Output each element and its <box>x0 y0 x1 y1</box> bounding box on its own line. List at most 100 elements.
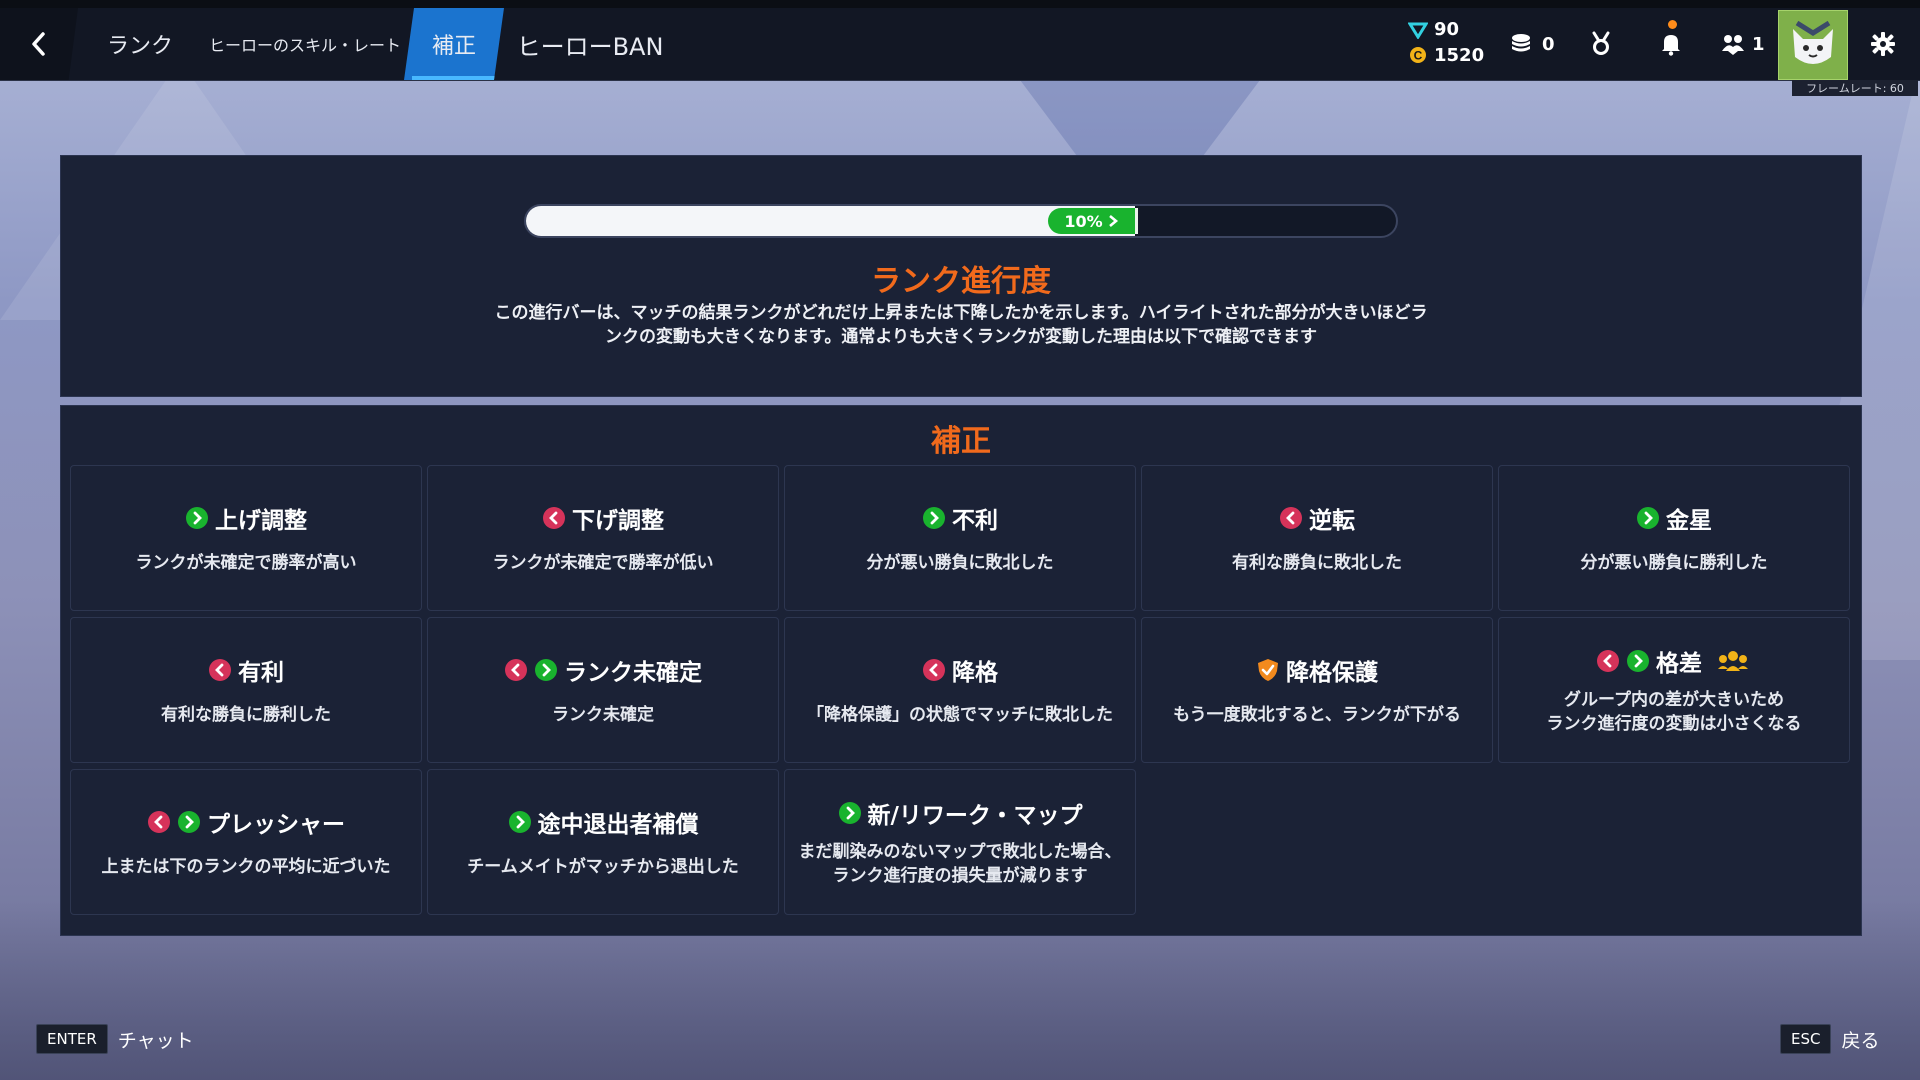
modifier-card: プレッシャー 上または下のランクの平均に近づいた <box>70 769 422 915</box>
tab-hero-ban[interactable]: ヒーローBAN <box>510 8 670 80</box>
coins-row: C 1520 <box>1408 42 1498 68</box>
svg-text:C: C <box>1414 49 1423 63</box>
coin-icon: C <box>1410 47 1426 63</box>
down-icon <box>923 659 945 681</box>
gems-count: 90 <box>1434 18 1460 40</box>
modifier-desc: 「降格保護」の状態でマッチに敗北した <box>807 705 1113 725</box>
friends-icon <box>1722 35 1744 55</box>
modifier-card: 格差 グループ内の差が大きいため ランク進行度の変動は小さくなる <box>1498 617 1850 763</box>
back-hint[interactable]: ESC 戻る <box>1780 1024 1880 1054</box>
modifiers-panel: 補正 上げ調整 ランクが未確定で勝率が高い 下げ調整 ランクが未確定で勝率が低い… <box>60 405 1862 936</box>
top-strip <box>0 0 1920 8</box>
avatar[interactable] <box>1778 10 1848 80</box>
down-icon <box>209 659 231 681</box>
up-icon <box>838 802 861 824</box>
notifications-button[interactable] <box>1658 8 1684 80</box>
rank-progress-bar: 10% <box>524 204 1398 238</box>
modifier-desc: ランクが未確定で勝率が高い <box>135 553 357 573</box>
modifier-desc: 上または下のランクの平均に近づいた <box>101 857 391 877</box>
chat-hint[interactable]: ENTER チャット <box>36 1024 194 1054</box>
modifier-desc: 有利な勝負に敗北した <box>1232 553 1402 573</box>
modifier-name: 降格 <box>952 660 998 686</box>
modifier-card-head: 途中退出者補償 <box>508 805 699 839</box>
modifier-desc-line2: ランク進行度の変動は小さくなる <box>1546 714 1802 734</box>
modifier-desc: グループ内の差が大きいため ランク進行度の変動は小さくなる <box>1547 688 1802 736</box>
down-icon <box>148 811 170 833</box>
modifier-card: 降格 「降格保護」の状態でマッチに敗北した <box>784 617 1136 763</box>
settings-button[interactable] <box>1870 8 1896 80</box>
tab-hero-skill-rate[interactable]: ヒーローのスキル・レート <box>205 8 405 80</box>
modifier-card: 下げ調整 ランクが未確定で勝率が低い <box>427 465 779 611</box>
modifier-desc: 分が悪い勝負に勝利した <box>1580 553 1768 573</box>
up-icon <box>1627 650 1649 672</box>
progress-title: ランク進行度 <box>871 264 1051 299</box>
gear-icon <box>1871 32 1895 56</box>
modifier-desc: もう一度敗北すると、ランクが下がる <box>1173 705 1461 725</box>
down-icon <box>1597 650 1619 672</box>
modifier-card: 有利 有利な勝負に勝利した <box>70 617 422 763</box>
modifier-desc: チームメイトがマッチから退出した <box>467 857 739 877</box>
modifier-card: 上げ調整 ランクが未確定で勝率が高い <box>70 465 422 611</box>
modifier-name: プレッシャー <box>207 812 345 838</box>
notification-dot <box>1668 20 1677 29</box>
modifier-card-head: 上げ調整 <box>185 501 307 535</box>
down-icon <box>543 507 565 529</box>
modifier-card-head: 降格 <box>922 653 998 687</box>
modifier-card-head: プレッシャー <box>147 805 345 839</box>
tab-rank[interactable]: ランク <box>80 8 200 80</box>
modifiers-title: 補正 <box>931 424 991 459</box>
modifier-desc: 分が悪い勝負に敗北した <box>866 553 1054 573</box>
up-icon <box>178 811 200 833</box>
back-label: 戻る <box>1841 1029 1880 1052</box>
modifier-name: 有利 <box>238 660 284 686</box>
modifier-name: 降格保護 <box>1286 660 1378 686</box>
down-icon <box>505 659 527 681</box>
rank-progress-panel: 10% ランク進行度 この進行バーは、マッチの結果ランクがどれだけ上昇または下降… <box>60 155 1862 397</box>
up-icon <box>508 811 531 833</box>
currency-panel: 90 C 1520 <box>1408 16 1498 72</box>
modifier-desc-line1: まだ馴染みのないマップで敗北した場合、 <box>798 842 1122 862</box>
chevron-left-icon <box>32 32 45 56</box>
modifier-desc-line1: グループ内の差が大きいため <box>1564 690 1784 710</box>
modifier-card: 途中退出者補償 チームメイトがマッチから退出した <box>427 769 779 915</box>
modifier-card: ランク未確定 ランク未確定 <box>427 617 779 763</box>
friends-button[interactable]: 1 <box>1720 8 1765 80</box>
up-icon <box>1637 507 1659 529</box>
modifier-card: 逆転 有利な勝負に敗北した <box>1141 465 1493 611</box>
achievements-button[interactable] <box>1588 8 1614 80</box>
modifier-card: 新/リワーク・マップ まだ馴染みのないマップで敗北した場合、 ランク進行度の損失… <box>784 769 1136 915</box>
modifier-card-head: 有利 <box>208 653 284 687</box>
group-icon <box>1718 651 1748 671</box>
enter-key: ENTER <box>36 1024 108 1054</box>
modifier-name: 不利 <box>952 508 998 534</box>
back-button[interactable] <box>0 8 78 80</box>
modifier-name: 新/リワーク・マップ <box>867 803 1083 829</box>
progress-delta-tag: 10% <box>1048 208 1138 234</box>
modifier-card-head: 下げ調整 <box>542 501 664 535</box>
modifier-desc-line2: ランク進行度の損失量が減ります <box>832 866 1088 886</box>
modifier-name: 金星 <box>1666 508 1712 534</box>
framerate-readout: フレームレート: 60 <box>1792 80 1918 96</box>
progress-fill <box>526 206 1135 236</box>
down-icon <box>1280 507 1302 529</box>
modifier-card: 不利 分が悪い勝負に敗北した <box>784 465 1136 611</box>
progress-delta-label: 10% <box>1064 211 1103 231</box>
esc-key: ESC <box>1780 1024 1832 1054</box>
modifier-name: 逆転 <box>1309 508 1355 534</box>
gems-row: 90 <box>1408 16 1498 42</box>
modifier-name: 上げ調整 <box>215 508 307 534</box>
friends-count: 1 <box>1752 33 1765 55</box>
modifier-name: 格差 <box>1656 651 1702 677</box>
tokens-button[interactable]: 0 <box>1508 8 1555 80</box>
modifier-card-head: 金星 <box>1636 501 1712 535</box>
modifier-card-head: ランク未確定 <box>504 653 702 687</box>
coin-stack-icon <box>1512 34 1530 52</box>
up-icon <box>923 507 945 529</box>
tab-modifiers-label: 補正 <box>431 34 476 59</box>
modifier-name: ランク未確定 <box>564 660 702 686</box>
modifier-desc: まだ馴染みのないマップで敗北した場合、 ランク進行度の損失量が減ります <box>799 840 1122 888</box>
modifier-name: 下げ調整 <box>572 508 664 534</box>
tab-modifiers[interactable]: 補正 <box>404 8 504 80</box>
up-icon <box>535 659 557 681</box>
up-icon <box>186 507 208 529</box>
